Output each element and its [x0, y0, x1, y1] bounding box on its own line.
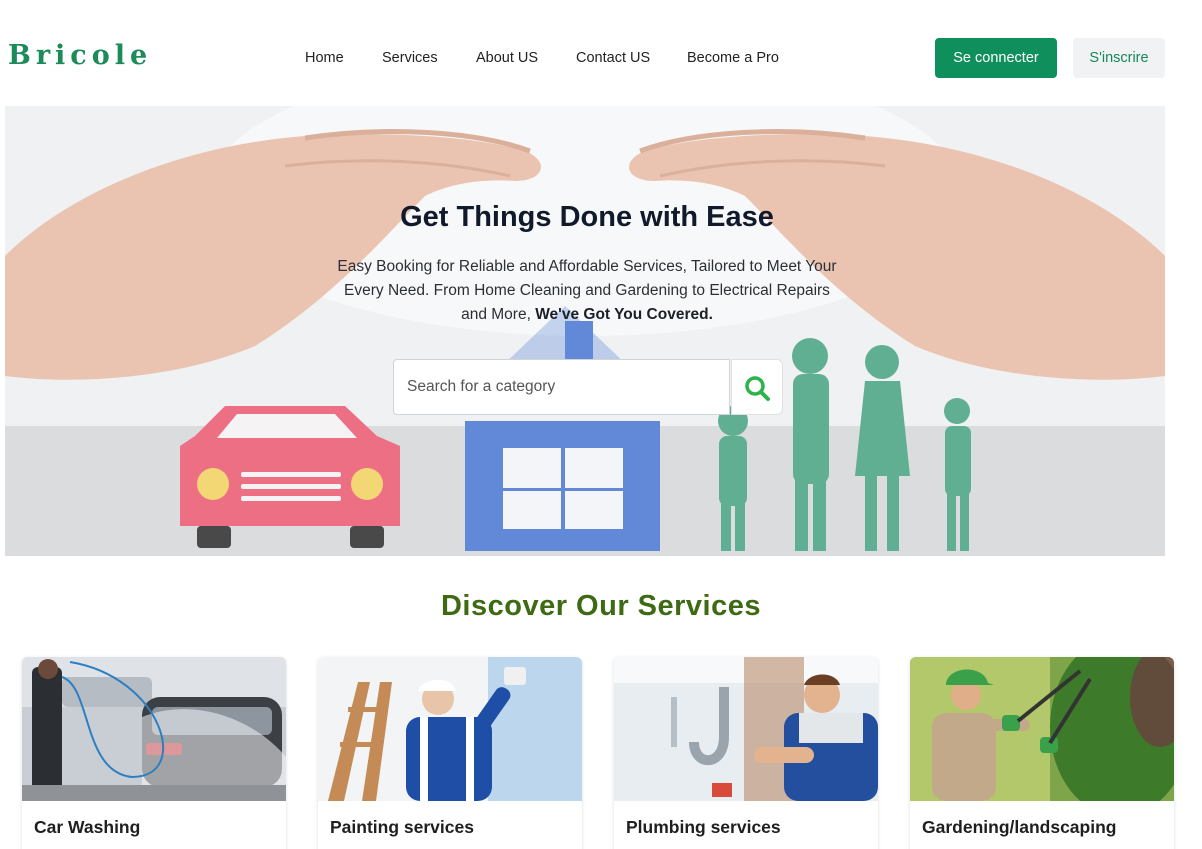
nav-contact-us[interactable]: Contact US [576, 50, 650, 66]
service-card-label: Plumbing services [626, 817, 781, 837]
search-icon [745, 376, 770, 401]
nav-about-us[interactable]: About US [476, 50, 538, 66]
painting-image [318, 657, 582, 801]
hero-title: Get Things Done with Ease [400, 201, 774, 233]
nav-home[interactable]: Home [305, 50, 344, 66]
nav-become-a-pro[interactable]: Become a Pro [687, 50, 779, 66]
service-card-label: Gardening/landscaping [922, 817, 1117, 837]
service-card-painting[interactable]: Painting services [318, 657, 582, 849]
signup-button[interactable]: S'inscrire [1073, 38, 1165, 78]
hero-description-bold: We've Got You Covered. [535, 306, 713, 323]
search-input[interactable] [394, 360, 729, 414]
service-card-plumbing[interactable]: Plumbing services [614, 657, 878, 849]
login-button[interactable]: Se connecter [935, 38, 1057, 78]
service-card-gardening[interactable]: Gardening/landscaping [910, 657, 1174, 849]
service-card-label: Painting services [330, 817, 474, 837]
car-washing-image [22, 657, 286, 801]
site-logo[interactable]: Bricole [8, 40, 152, 71]
nav-services[interactable]: Services [382, 50, 438, 66]
hero-description: Easy Booking for Reliable and Affordable… [337, 255, 837, 327]
services-section-title: Discover Our Services [440, 590, 761, 622]
plumbing-image [614, 657, 878, 801]
search-button[interactable] [731, 359, 783, 415]
hero-overlay [5, 106, 1165, 556]
service-card-label: Car Washing [34, 817, 141, 837]
hero-banner: Get Things Done with Ease Easy Booking f… [5, 106, 1165, 556]
service-card-car-washing[interactable]: Car Washing [22, 657, 286, 849]
search-box [393, 359, 730, 415]
gardening-image [910, 657, 1174, 801]
site-header: Bricole Home Services About US Contact U… [0, 0, 1202, 106]
